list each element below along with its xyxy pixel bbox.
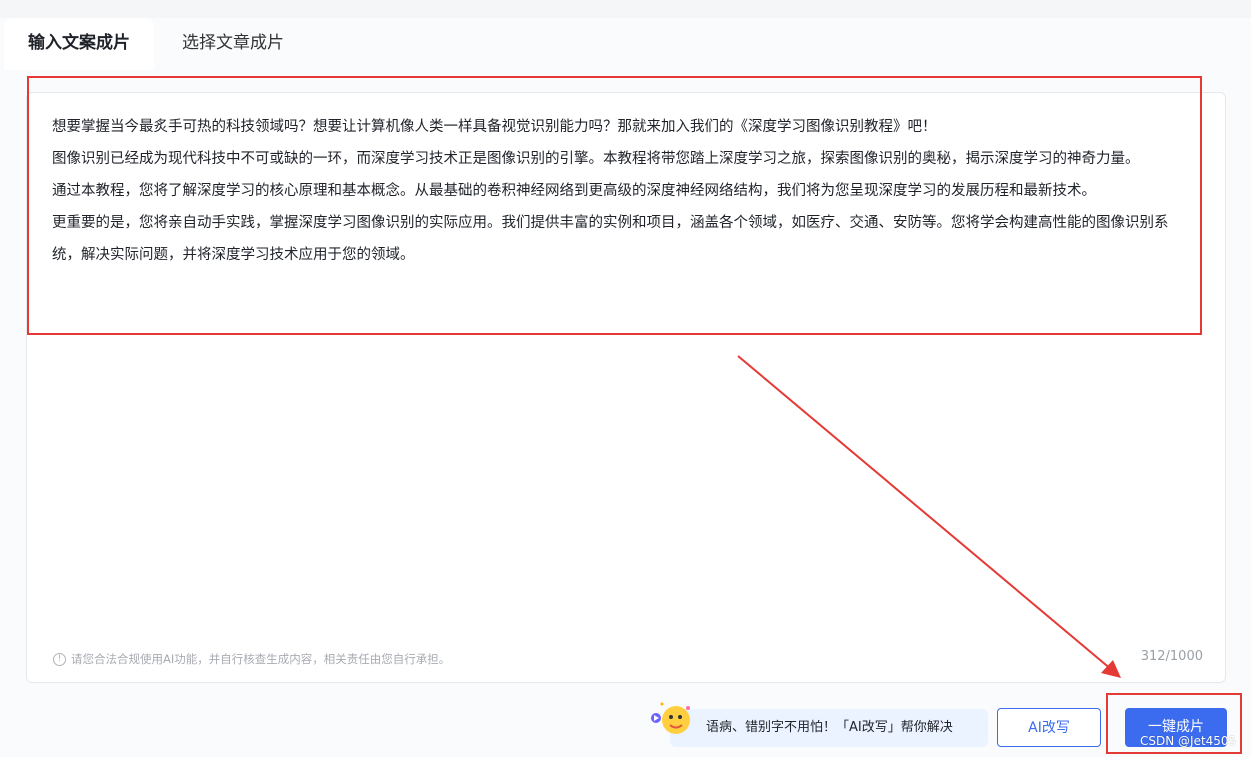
tab-input-copy[interactable]: 输入文案成片 xyxy=(4,18,154,70)
tab-select-article[interactable]: 选择文章成片 xyxy=(158,18,308,70)
notice-text: 请您合法合规使用AI功能，并自行核查生成内容，相关责任由您自行承担。 xyxy=(71,652,451,666)
char-counter: 312/1000 xyxy=(1140,649,1203,664)
ai-rewrite-button[interactable]: AI改写 xyxy=(997,708,1101,747)
watermark: CSDN @Jet4505 xyxy=(1140,734,1237,748)
info-icon: ! xyxy=(53,652,66,666)
mascot-icon xyxy=(651,702,690,734)
tab-bar: 输入文案成片 选择文章成片 xyxy=(0,18,1251,70)
tip-text: 语病、错别字不用怕！「AI改写」帮你解决 xyxy=(706,720,953,735)
editor-content[interactable]: 想要掌握当今最炙手可热的科技领域吗？想要让计算机像人类一样具备视觉识别能力吗？那… xyxy=(52,111,1192,271)
paragraph: 通过本教程，您将了解深度学习的核心原理和基本概念。从最基础的卷积神经网络到更高级… xyxy=(52,183,1096,199)
tip-bubble: 语病、错别字不用怕！「AI改写」帮你解决 xyxy=(670,709,988,747)
paragraph: 更重要的是，您将亲自动手实践，掌握深度学习图像识别的实际应用。我们提供丰富的实例… xyxy=(52,215,1169,263)
ai-notice: ! 请您合法合规使用AI功能，并自行核查生成内容，相关责任由您自行承担。 xyxy=(53,651,450,667)
copy-editor[interactable]: 想要掌握当今最炙手可热的科技领域吗？想要让计算机像人类一样具备视觉识别能力吗？那… xyxy=(26,92,1226,683)
paragraph: 图像识别已经成为现代科技中不可或缺的一环，而深度学习技术正是图像识别的引擎。本教… xyxy=(52,151,1140,167)
paragraph: 想要掌握当今最炙手可热的科技领域吗？想要让计算机像人类一样具备视觉识别能力吗？那… xyxy=(52,119,937,135)
